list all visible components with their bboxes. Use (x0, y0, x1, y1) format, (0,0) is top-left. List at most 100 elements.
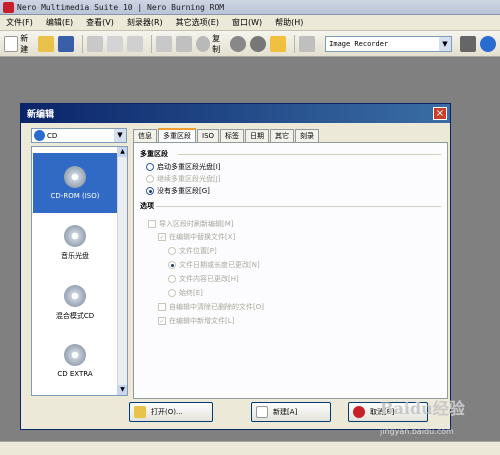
menu-window[interactable]: 窗口(W) (232, 17, 262, 28)
add-new-files-checkbox[interactable]: ✓ 在编辑中新增文件[L] (158, 316, 234, 326)
cd-icon (34, 130, 45, 141)
list-item-mixed-mode-cd[interactable]: 混合模式CD (33, 273, 117, 333)
disc-type-select[interactable]: CD ▼ (31, 128, 127, 143)
menu-recorder[interactable]: 刻录器(R) (127, 17, 163, 28)
radio-icon (146, 175, 154, 183)
new-button[interactable]: 新建 (4, 34, 34, 54)
radio-icon (168, 247, 176, 255)
replace-files-checkbox[interactable]: ✓ 在编辑中替换文件[X] (158, 232, 235, 242)
save-button[interactable] (58, 34, 75, 54)
no-multisession-radio[interactable]: 没有多重区段[G] (146, 186, 210, 196)
new-button-label: 新建[A] (273, 408, 298, 416)
list-item-label: 音乐光盘 (61, 252, 89, 260)
cut-button[interactable] (87, 34, 104, 54)
file-date-radio[interactable]: 文件日期或长度已更改[N] (168, 260, 260, 270)
file-position-radio[interactable]: 文件位置[P] (168, 246, 217, 256)
recorder-info-button[interactable] (176, 34, 193, 54)
file-content-radio[interactable]: 文件内容已更改[H] (168, 274, 239, 284)
checkbox-icon (158, 303, 166, 311)
cancel-icon (353, 406, 365, 418)
tab-misc[interactable]: 其它 (270, 129, 295, 143)
no-multisession-label: 没有多重区段[G] (157, 187, 210, 195)
start-multisession-radio[interactable]: 启动多重区段光盘[I] (146, 162, 221, 172)
recorder-button[interactable] (299, 34, 316, 54)
drive-settings-button[interactable] (459, 34, 476, 54)
scissors-icon (87, 35, 104, 52)
replace-files-label: 在编辑中替换文件[X] (169, 233, 236, 241)
eject-button[interactable] (250, 34, 267, 54)
copy-disc-button[interactable]: 复制 (196, 34, 226, 54)
tab-multisession[interactable]: 多重区段 (158, 128, 196, 143)
list-item-label: CD EXTRA (57, 370, 93, 378)
add-new-files-label: 在编辑中新增文件[L] (169, 317, 235, 325)
always-radio[interactable]: 始终[E] (168, 288, 203, 298)
disc-info-button[interactable] (230, 34, 247, 54)
checked-checkbox-icon: ✓ (158, 317, 166, 325)
refresh-on-import-checkbox[interactable]: 导入区段时刷新编辑[M] (148, 219, 234, 229)
watermark: Baidu经验 jingyan.baidu.com (380, 395, 494, 443)
help-button[interactable] (479, 34, 496, 54)
paste-button[interactable] (127, 34, 144, 54)
open-button[interactable]: 打开(O)... (129, 402, 213, 422)
tab-bar: 信息 多重区段 ISO 标签 日期 其它 刻录 (133, 128, 320, 143)
copy-file-button[interactable] (107, 34, 124, 54)
tab-label[interactable]: 标签 (220, 129, 245, 143)
section-divider (156, 206, 441, 207)
scroll-up-icon[interactable]: ▲ (118, 147, 127, 157)
window-title: Nero Multimedia Suite 10 | Nero Burning … (17, 2, 225, 12)
copy-label: 复制 (212, 33, 221, 54)
options-header: 选项 (140, 202, 154, 210)
toolbar-separator (82, 34, 84, 53)
new-compilation-dialog: 新编辑 × CD ▼ CD-ROM (ISO) ▶ 音乐光盘 混合模式CD CD… (20, 103, 451, 430)
copy-icon (107, 35, 124, 52)
dialog-title: 新编辑 (27, 110, 55, 120)
tab-burn[interactable]: 刻录 (295, 129, 320, 143)
recorder-select[interactable]: Image Recorder ▼ (325, 35, 452, 52)
list-item-cd-extra[interactable]: CD EXTRA (33, 331, 117, 391)
paste-icon (127, 35, 144, 52)
new-button[interactable]: 新建[A] (251, 402, 331, 422)
list-item-cd-rom-iso[interactable]: CD-ROM (ISO) ▶ (33, 153, 125, 213)
start-multisession-label: 启动多重区段光盘[I] (157, 163, 221, 171)
disc-copy-icon (196, 35, 211, 52)
tab-info[interactable]: 信息 (133, 129, 157, 143)
file-content-label: 文件内容已更改[H] (179, 275, 239, 283)
tab-iso[interactable]: ISO (197, 129, 220, 143)
tab-date[interactable]: 日期 (245, 129, 270, 143)
chevron-down-icon[interactable]: ▼ (114, 129, 126, 142)
toolbar: 新建 复制 Image Recorder ▼ (0, 31, 500, 57)
continue-multisession-radio[interactable]: 继续多重区段光盘[J] (146, 174, 221, 184)
scrollbar[interactable]: ▲ ▼ (117, 147, 127, 395)
open-folder-icon (38, 35, 55, 52)
remove-deleted-checkbox[interactable]: 自编辑中清除已删除的文件[O] (158, 302, 264, 312)
radio-selected-icon (146, 187, 154, 195)
menu-help[interactable]: 帮助(H) (275, 17, 303, 28)
watermark-url: jingyan.baidu.com (380, 427, 454, 436)
radio-icon (146, 163, 154, 171)
menu-extras[interactable]: 其它选项(E) (176, 17, 219, 28)
drive-settings-icon (459, 35, 476, 52)
watermark-logo: Baidu经验 (380, 399, 465, 418)
menu-edit[interactable]: 编辑(E) (46, 17, 73, 28)
info-icon (479, 35, 496, 52)
scroll-down-icon[interactable]: ▼ (118, 385, 127, 395)
menu-file[interactable]: 文件(F) (6, 17, 33, 28)
new-document-icon (256, 406, 268, 418)
open-button[interactable] (38, 34, 55, 54)
chevron-down-icon[interactable]: ▼ (438, 36, 451, 51)
burn-button[interactable] (156, 34, 173, 54)
dialog-title-bar: 新编辑 × (21, 104, 450, 123)
burn-icon (156, 35, 173, 52)
save-icon (58, 35, 75, 52)
list-item-audio-cd[interactable]: 音乐光盘 (33, 213, 117, 273)
menu-view[interactable]: 查看(V) (86, 17, 114, 28)
folder-icon (134, 406, 146, 418)
music-disc-icon (64, 225, 86, 247)
checked-checkbox-icon: ✓ (158, 233, 166, 241)
printer-icon (299, 35, 316, 52)
toolbar-separator (294, 34, 296, 53)
disc-info-icon (230, 35, 247, 52)
folder-button[interactable] (270, 34, 287, 54)
multisession-panel: 多重区段 启动多重区段光盘[I] 继续多重区段光盘[J] 没有多重区段[G] 选… (133, 142, 448, 399)
close-icon[interactable]: × (433, 107, 447, 120)
